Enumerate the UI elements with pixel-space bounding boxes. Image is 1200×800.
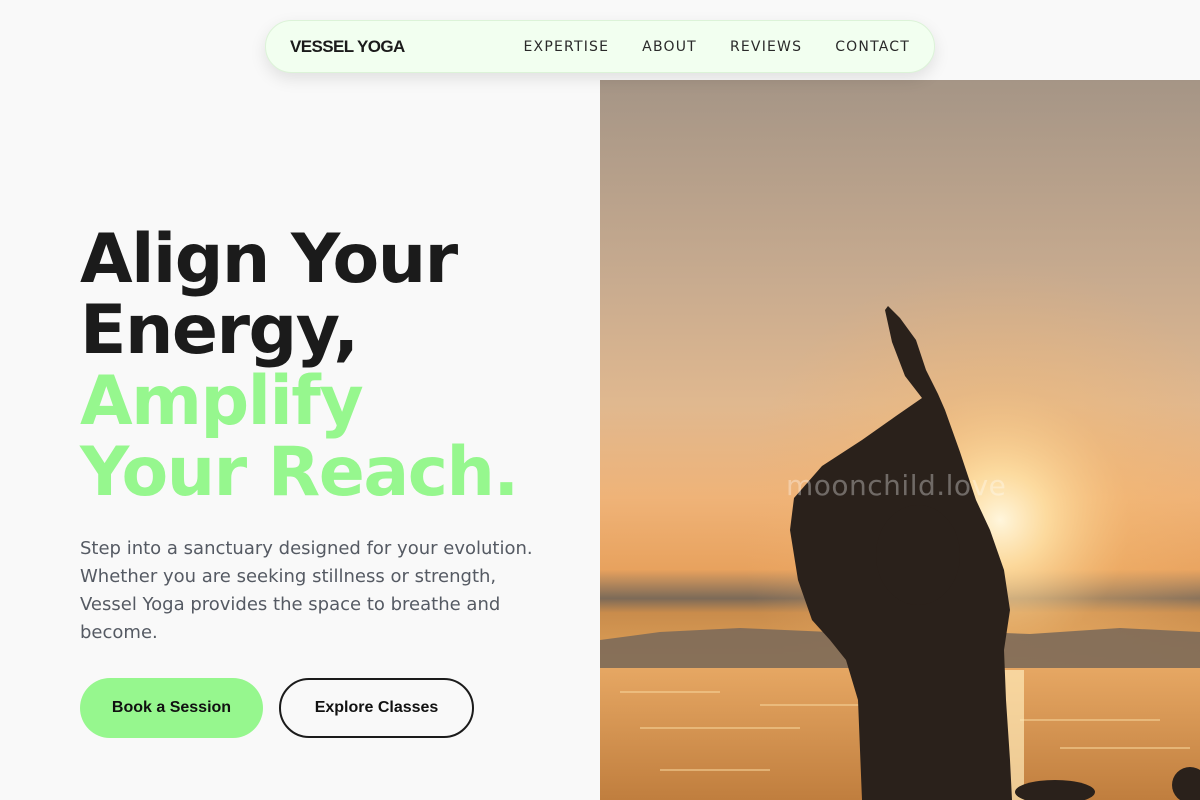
nav-link-reviews[interactable]: REVIEWS [730, 39, 802, 55]
person-head [876, 505, 960, 605]
image-watermark: moonchild.love [786, 469, 1007, 502]
hero-description: Step into a sanctuary designed for your … [80, 538, 533, 643]
book-session-button[interactable]: Book a Session [80, 678, 263, 738]
explore-classes-button[interactable]: Explore Classes [279, 678, 474, 738]
nav-link-contact[interactable]: CONTACT [835, 39, 910, 55]
hero-title-line-1: Align Your [80, 220, 458, 299]
hero-title-line-4: Your Reach. [80, 433, 519, 512]
top-navigation: VESSEL YOGA EXPERTISE ABOUT REVIEWS CONT… [265, 20, 935, 73]
hero-title-line-2: Energy, [80, 291, 359, 370]
hero-title-line-3: Amplify [80, 362, 364, 441]
nav-link-about[interactable]: ABOUT [642, 39, 697, 55]
nav-links: EXPERTISE ABOUT REVIEWS CONTACT [524, 39, 910, 55]
brand-logo[interactable]: VESSEL YOGA [290, 37, 405, 57]
hero-image: moonchild.love [600, 80, 1200, 800]
hero-title: Align Your Energy, Amplify Your Reach. [80, 224, 580, 508]
landing-page: VESSEL YOGA EXPERTISE ABOUT REVIEWS CONT… [0, 0, 1200, 800]
yoga-silhouette-photo [600, 80, 1200, 800]
nav-link-expertise[interactable]: EXPERTISE [524, 39, 610, 55]
